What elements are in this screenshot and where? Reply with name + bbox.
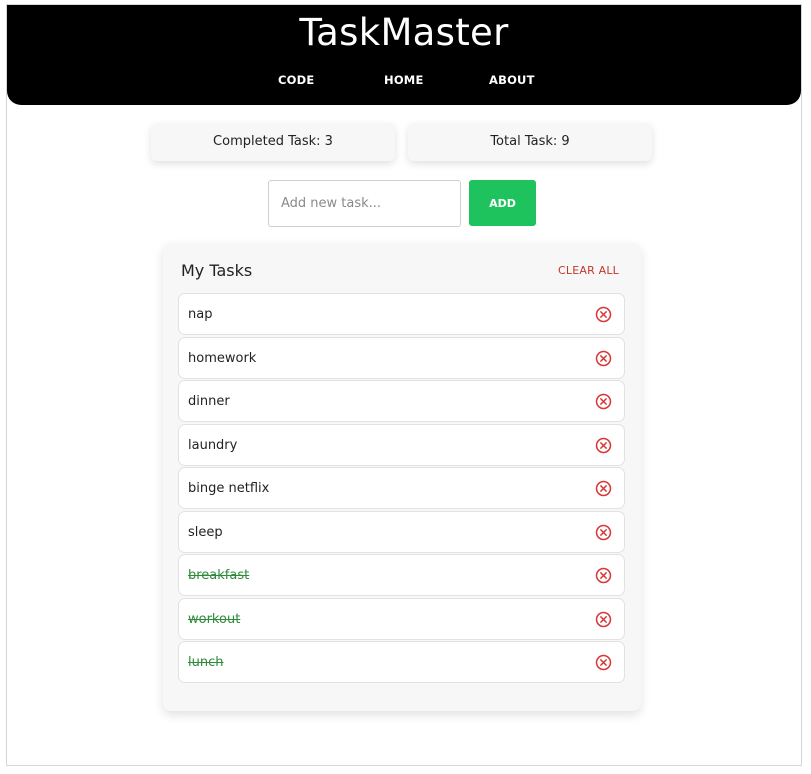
task-item[interactable]: nap	[178, 293, 625, 335]
completed-task-count: Completed Task: 3	[151, 123, 395, 161]
nav-link-code[interactable]: CODE	[278, 73, 314, 87]
delete-task-icon[interactable]	[595, 654, 612, 671]
task-text: nap	[188, 307, 213, 322]
task-item[interactable]: sleep	[178, 510, 625, 553]
task-text: workout	[188, 611, 241, 627]
app-window: TaskMaster CODE HOME ABOUT Completed Tas…	[6, 4, 802, 766]
main-nav: CODE HOME ABOUT	[7, 73, 801, 93]
total-task-count: Total Task: 9	[408, 123, 652, 161]
delete-task-icon[interactable]	[595, 437, 612, 454]
task-item[interactable]: homework	[178, 336, 625, 379]
delete-task-icon[interactable]	[595, 350, 612, 367]
nav-link-about[interactable]: ABOUT	[489, 73, 535, 87]
task-text: breakfast	[188, 568, 250, 583]
app-title: TaskMaster	[299, 11, 509, 54]
task-text: sleep	[188, 524, 223, 540]
delete-task-icon[interactable]	[595, 524, 612, 541]
task-list: nap homework dinner laundry binge netflix sle…	[178, 293, 625, 685]
app-header: TaskMaster CODE HOME ABOUT	[7, 5, 801, 105]
task-text: binge netflix	[188, 481, 270, 496]
task-item[interactable]: workout	[178, 597, 625, 640]
delete-task-icon[interactable]	[595, 567, 612, 584]
delete-task-icon[interactable]	[595, 306, 612, 323]
add-task-button[interactable]: ADD	[469, 180, 536, 226]
task-text: homework	[188, 350, 257, 366]
new-task-input[interactable]	[268, 180, 461, 227]
task-item[interactable]: lunch	[178, 641, 625, 683]
task-text: dinner	[188, 394, 230, 409]
task-item[interactable]: breakfast	[178, 554, 625, 596]
delete-task-icon[interactable]	[595, 393, 612, 410]
delete-task-icon[interactable]	[595, 611, 612, 628]
clear-all-button[interactable]: CLEAR ALL	[558, 264, 619, 277]
task-item[interactable]: laundry	[178, 423, 625, 466]
tasks-panel: My Tasks CLEAR ALL nap homework dinner laun…	[163, 243, 641, 711]
tasks-panel-title: My Tasks	[181, 261, 253, 280]
delete-task-icon[interactable]	[595, 480, 612, 497]
task-item[interactable]: binge netflix	[178, 467, 625, 509]
task-text: lunch	[188, 655, 224, 670]
task-text: laundry	[188, 437, 238, 453]
task-item[interactable]: dinner	[178, 380, 625, 422]
nav-link-home[interactable]: HOME	[384, 73, 424, 87]
